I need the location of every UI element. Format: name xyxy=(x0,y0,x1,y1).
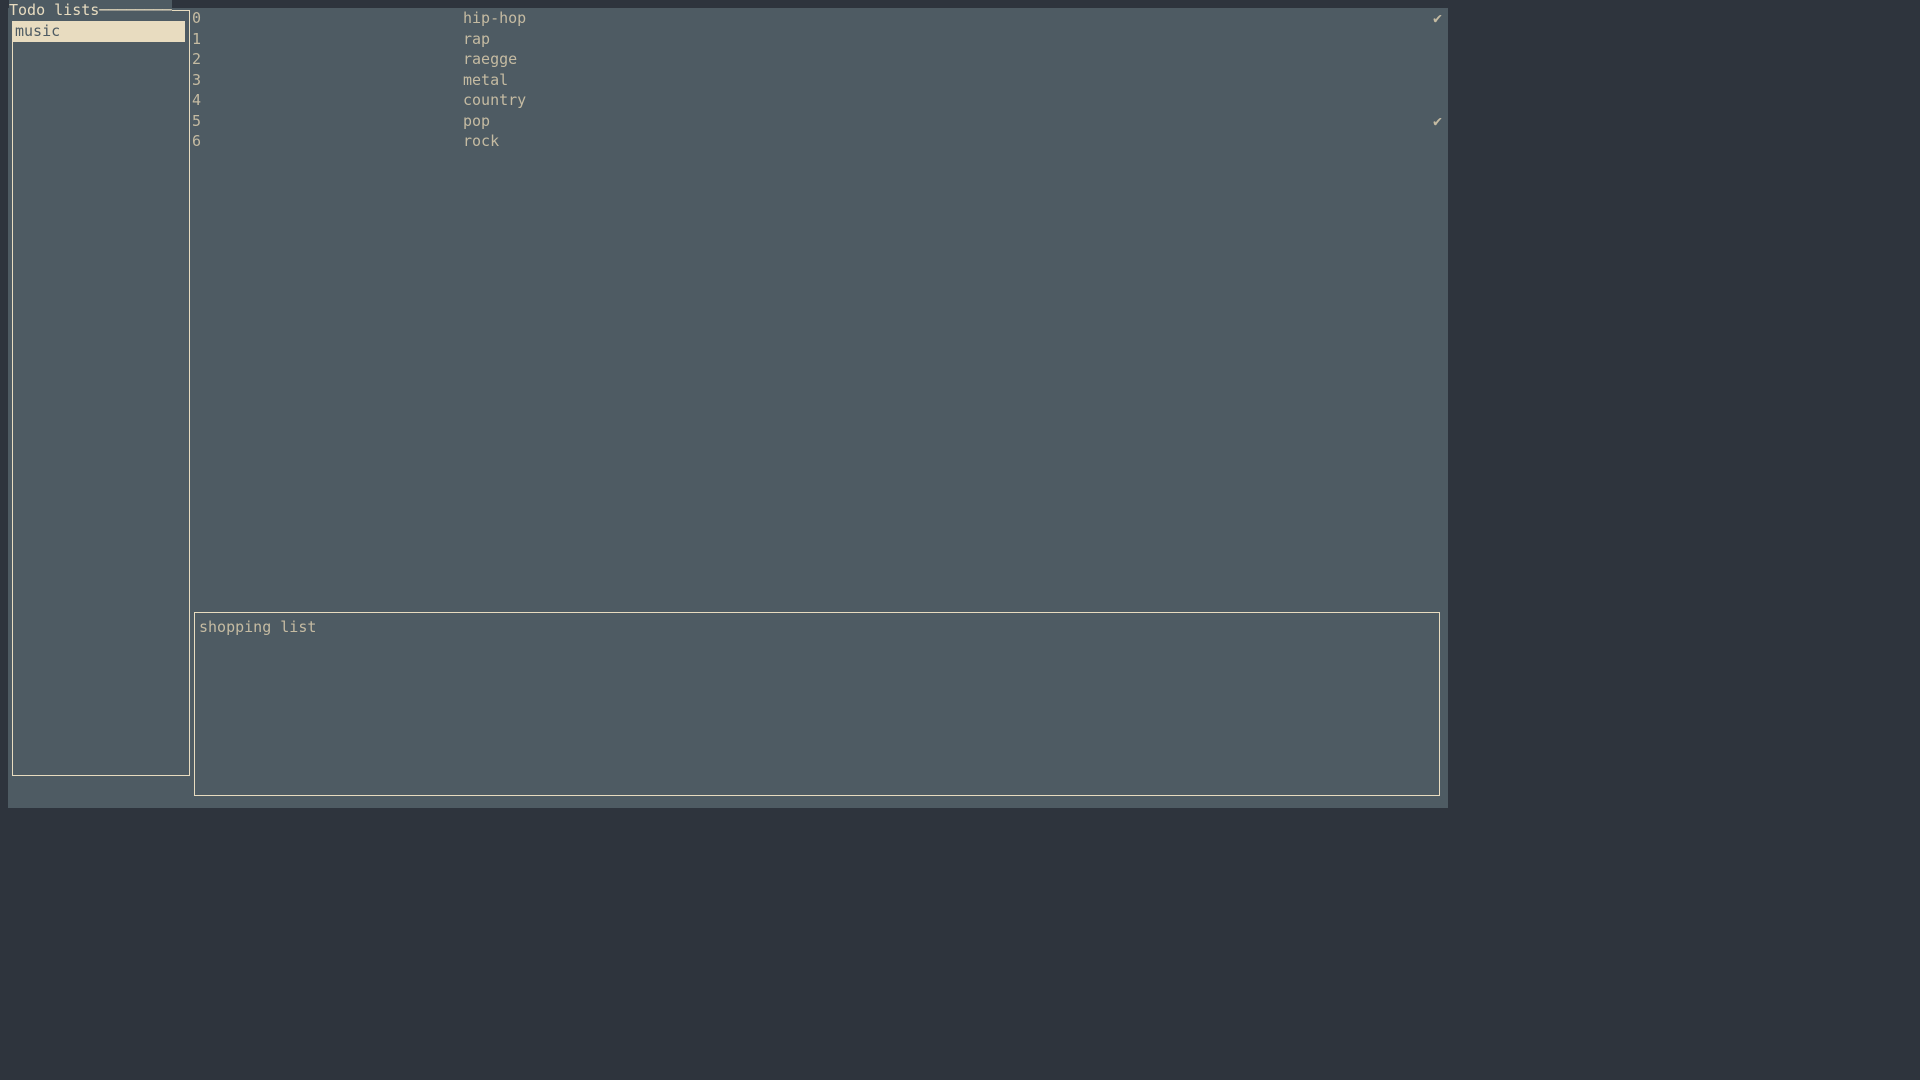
sidebar-item-music[interactable]: music xyxy=(13,21,185,42)
check-icon: ✔ xyxy=(1430,111,1444,132)
task-index: 0 xyxy=(190,8,199,29)
task-index: 1 xyxy=(190,29,199,50)
sidebar-item-label: music xyxy=(15,22,60,40)
task-row[interactable]: 3 metal xyxy=(190,70,1444,91)
task-label: country xyxy=(463,90,526,111)
task-label: rock xyxy=(463,131,499,152)
task-index: 4 xyxy=(190,90,199,111)
new-list-input[interactable]: shopping list xyxy=(199,617,1435,638)
task-index: 2 xyxy=(190,49,199,70)
task-row[interactable]: 2 raegge xyxy=(190,49,1444,70)
input-panel: shopping list xyxy=(194,612,1440,796)
sidebar-panel: Todo lists──────── music xyxy=(12,10,190,776)
task-label: metal xyxy=(463,70,508,91)
task-row[interactable]: 1 rap xyxy=(190,29,1444,50)
app-screen: Todo lists──────── music 0 hip-hop ✔ 1 rap 2 r… xyxy=(8,8,1448,808)
task-index: 5 xyxy=(190,111,199,132)
task-label: rap xyxy=(463,29,490,50)
task-index: 3 xyxy=(190,70,199,91)
task-row[interactable]: 4 country xyxy=(190,90,1444,111)
task-label: pop xyxy=(463,111,490,132)
task-row[interactable]: 6 rock xyxy=(190,131,1444,152)
sidebar-items: music xyxy=(13,21,189,42)
task-label: raegge xyxy=(463,49,517,70)
task-index: 6 xyxy=(190,131,199,152)
check-icon: ✔ xyxy=(1430,8,1444,29)
task-row[interactable]: 5 pop ✔ xyxy=(190,111,1444,132)
sidebar-title: Todo lists──────── xyxy=(9,0,172,21)
task-row[interactable]: 0 hip-hop ✔ xyxy=(190,8,1444,29)
task-list: 0hip-hop✔1rap2raegge3metal4country5pop✔6… xyxy=(190,8,1444,152)
task-label: hip-hop xyxy=(463,8,526,29)
